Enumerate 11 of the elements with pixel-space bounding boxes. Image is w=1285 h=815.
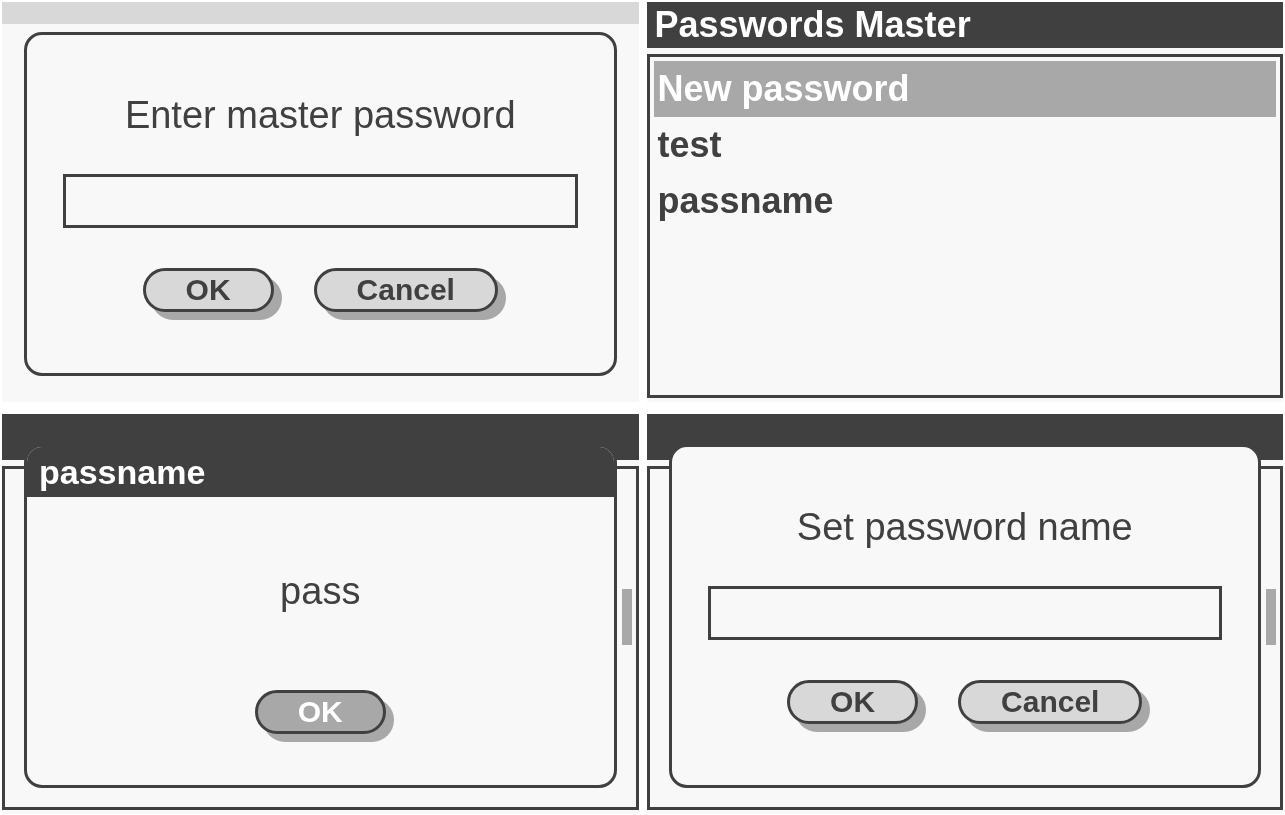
dialog-title: passname — [27, 447, 614, 497]
list-item[interactable]: passname — [653, 173, 1276, 229]
dialog-message: pass — [280, 572, 361, 610]
scrollbar-thumb[interactable] — [621, 589, 632, 645]
input-field[interactable] — [63, 174, 578, 228]
app-title: Passwords Master — [654, 7, 971, 43]
input-field[interactable] — [707, 586, 1222, 640]
dialog-message: Enter master password — [124, 96, 516, 134]
list-item[interactable]: test — [653, 117, 1276, 173]
dialog-message: Set password name — [796, 508, 1133, 546]
scrollbar-thumb[interactable] — [1266, 589, 1276, 645]
